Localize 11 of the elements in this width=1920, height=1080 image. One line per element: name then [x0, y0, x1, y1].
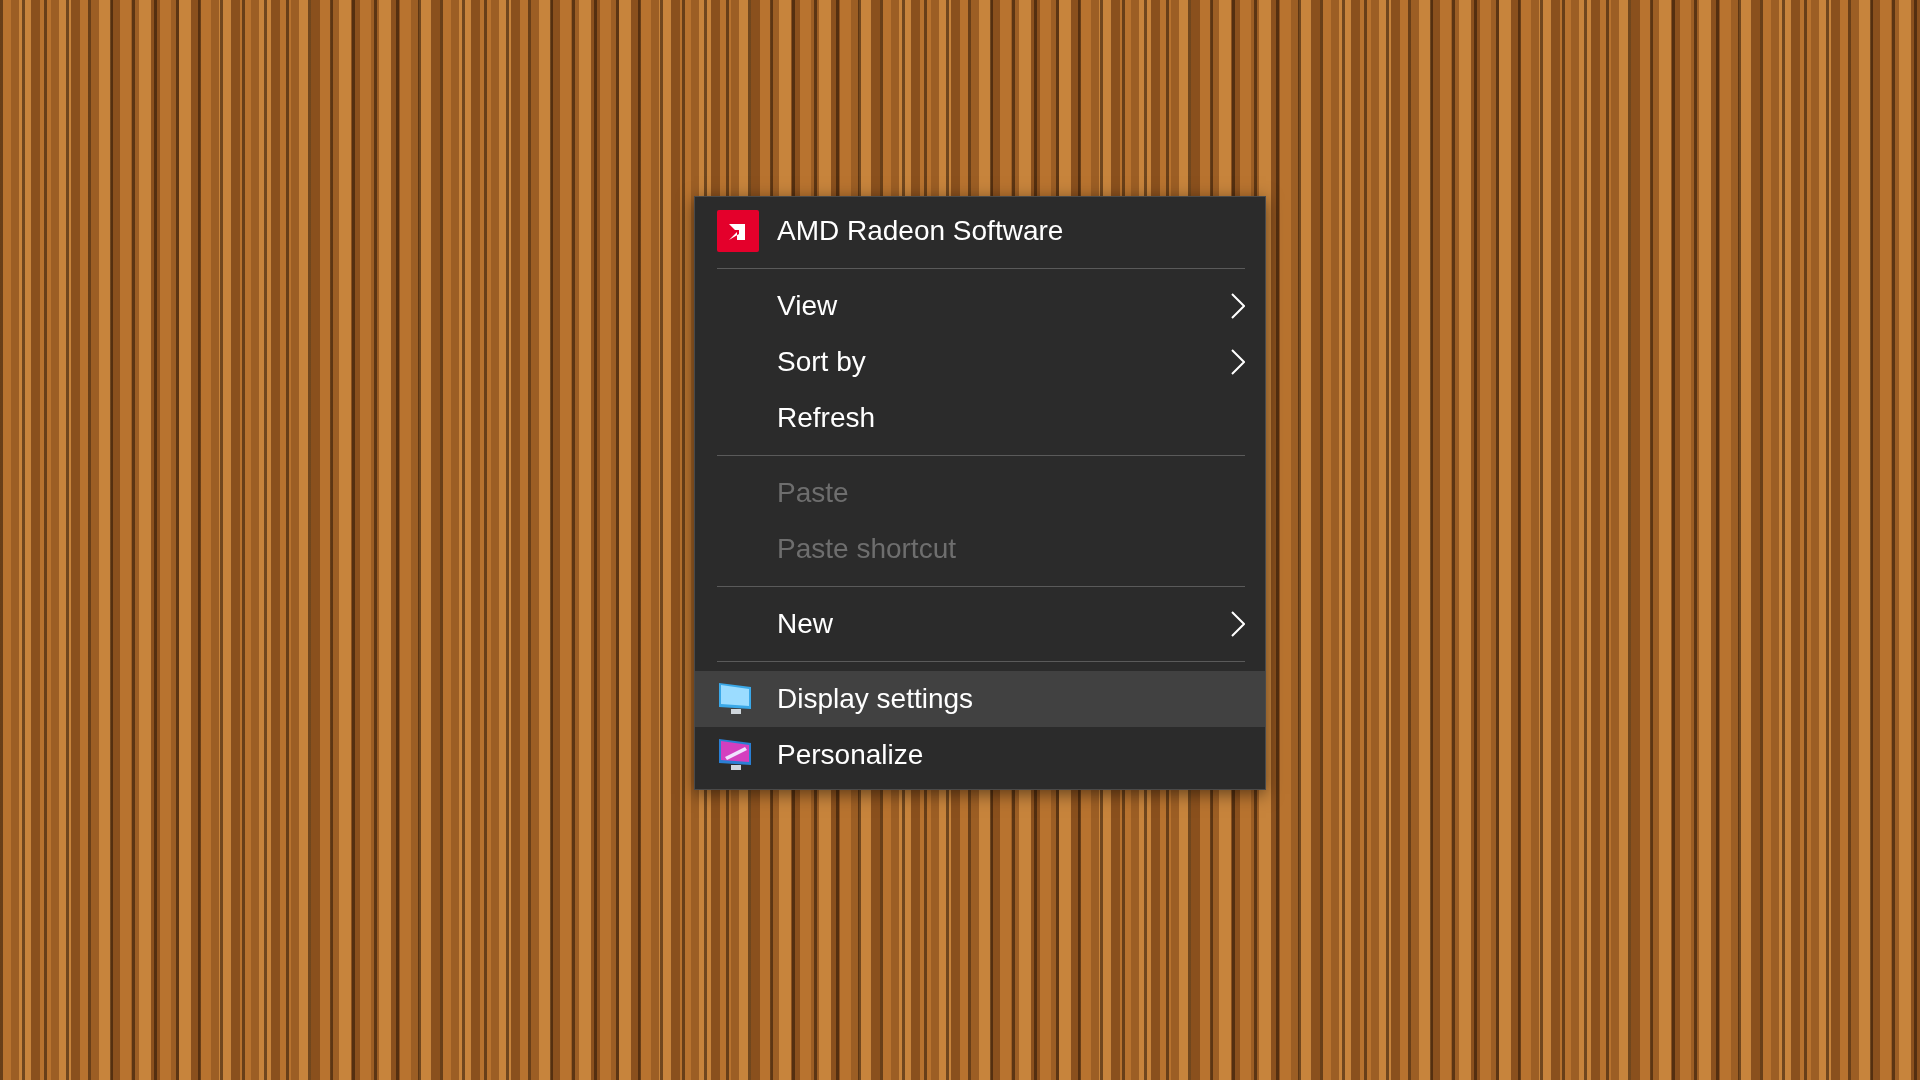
menu-item[interactable]: Personalize	[695, 727, 1265, 783]
logo-icon	[717, 210, 759, 252]
chevron-right-icon	[1231, 293, 1245, 319]
menu-item[interactable]: Refresh	[695, 390, 1265, 446]
menu-item[interactable]: View	[695, 278, 1265, 334]
menu-item[interactable]: AMD Radeon Software	[695, 203, 1265, 259]
chevron-right-icon	[1231, 349, 1245, 375]
menu-item[interactable]: New	[695, 596, 1265, 652]
chevron-right-icon	[1231, 611, 1245, 637]
menu-item[interactable]: Sort by	[695, 334, 1265, 390]
menu-item[interactable]: Display settings	[695, 671, 1265, 727]
